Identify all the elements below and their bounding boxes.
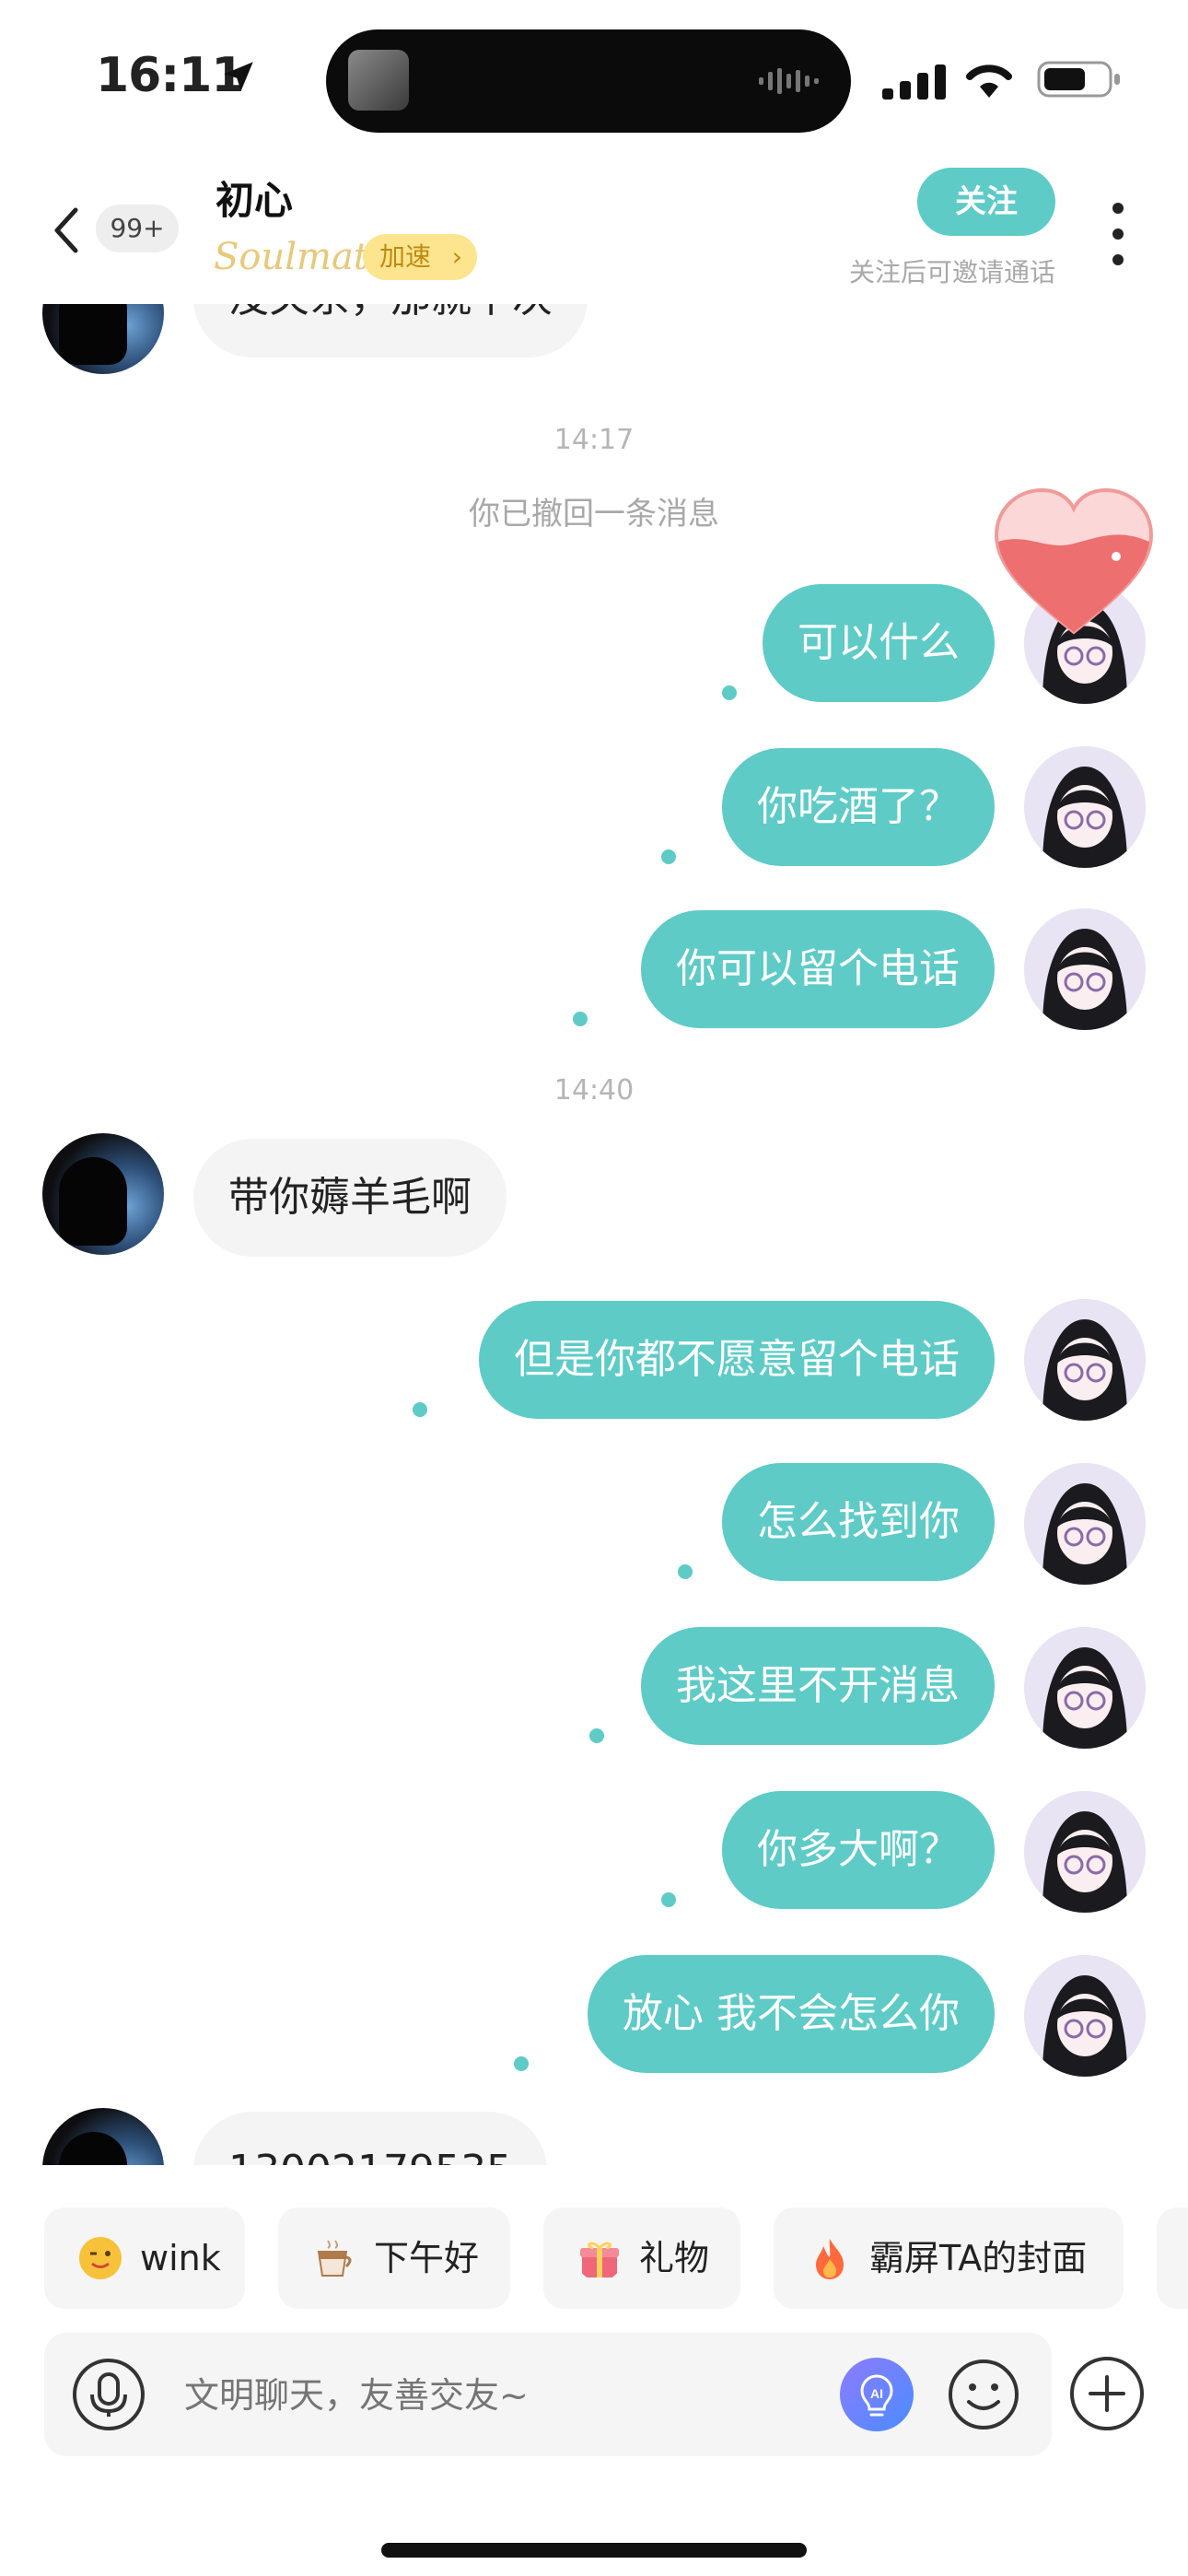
now-playing-thumbnail (348, 50, 409, 111)
message-bubble[interactable]: 但是你都不愿意留个电话 (479, 1301, 995, 1419)
wink-emoji-icon (79, 2237, 122, 2279)
my-avatar[interactable] (1024, 1299, 1146, 1421)
coffee-icon (317, 2240, 352, 2277)
my-avatar[interactable] (1024, 1627, 1146, 1749)
audio-waveform-icon (759, 68, 819, 94)
message-bubble[interactable]: 我这里不开消息 (641, 1627, 995, 1745)
message-row: 放心 我不会怎么你 (0, 1953, 1188, 2082)
emoji-icon[interactable] (947, 2358, 1020, 2431)
message-bubble[interactable]: 你吃酒了？ (722, 748, 995, 866)
battery-icon (1037, 61, 1120, 98)
message-row: 13002179535 (0, 2108, 1188, 2165)
message-input-bar: AI (44, 2333, 1052, 2458)
message-list[interactable]: 没关系，那就下次 14:17 你已撤回一条消息 可以什么 你吃酒了？ 你可以留个… (0, 304, 1188, 2165)
quick-reply-label: 霸屏TA的封面 (869, 2238, 1088, 2278)
gift-icon (580, 2242, 619, 2277)
my-avatar[interactable] (1024, 1791, 1146, 1913)
message-bubble[interactable]: 带你薅羊毛啊 (193, 1139, 507, 1257)
more-options-icon[interactable] (1107, 199, 1129, 269)
unread-count-badge[interactable]: 99+ (96, 205, 179, 252)
heart-icon (994, 487, 1154, 635)
hooded-avatar-icon (1024, 1627, 1146, 1749)
my-avatar[interactable] (1024, 746, 1146, 868)
chat-header: 99+ 初心 Soulmate 加速 › 关注 关注后可邀请通话 (0, 157, 1188, 304)
bubble-tail (661, 1892, 676, 1907)
bubble-tail (722, 685, 737, 700)
cellular-signal-icon (882, 64, 946, 100)
message-bubble[interactable]: 没关系，那就下次 (193, 304, 588, 357)
follow-button[interactable]: 关注 (917, 168, 1055, 236)
message-row: 但是你都不愿意留个电话 (0, 1299, 1188, 1428)
back-chevron-icon[interactable] (48, 203, 85, 258)
quick-reply-label: wink (140, 2238, 221, 2278)
quick-reply-good-afternoon[interactable]: 下午好 (278, 2207, 510, 2309)
bubble-tail (661, 849, 676, 864)
contact-avatar[interactable] (42, 2108, 164, 2165)
message-bubble[interactable]: 可以什么 (763, 584, 995, 702)
contact-name[interactable]: 初心 (215, 170, 293, 226)
message-row: 我这里不开消息 (0, 1625, 1188, 1754)
my-avatar[interactable] (1024, 908, 1146, 1030)
speed-up-badge[interactable]: 加速 › (363, 234, 477, 280)
hooded-avatar-icon (1024, 1791, 1146, 1913)
my-avatar[interactable] (1024, 1463, 1146, 1585)
message-row: 怎么找到你 (0, 1461, 1188, 1590)
add-attachment-icon[interactable] (1068, 2355, 1146, 2432)
quick-reply-gift[interactable]: 礼物 (543, 2207, 740, 2309)
hooded-avatar-icon (1024, 1299, 1146, 1421)
speed-up-label: 加速 (379, 241, 432, 272)
bubble-tail (589, 1728, 604, 1743)
dynamic-island (326, 29, 851, 133)
hooded-avatar-icon (1024, 1955, 1146, 2077)
message-row: 你可以留个电话 (0, 907, 1188, 1036)
contact-avatar[interactable] (42, 304, 164, 374)
wifi-icon (966, 64, 1012, 98)
bubble-tail (413, 1402, 427, 1417)
message-input[interactable] (182, 2333, 831, 2458)
message-bubble[interactable]: 怎么找到你 (722, 1463, 995, 1581)
message-timestamp: 14:40 (553, 1074, 635, 1107)
message-bubble[interactable]: 放心 我不会怎么你 (588, 1955, 995, 2073)
message-bubble[interactable]: 你多大啊？ (722, 1791, 995, 1909)
speed-up-arrow: › (451, 241, 462, 272)
quick-reply-overflow[interactable] (1157, 2207, 1188, 2309)
message-bubble[interactable]: 你可以留个电话 (641, 910, 995, 1028)
bubble-tail (514, 2056, 529, 2071)
hooded-avatar-icon (1024, 908, 1146, 1030)
message-row: 没关系，那就下次 (0, 304, 1188, 378)
quick-reply-label: 礼物 (639, 2238, 710, 2278)
microphone-icon[interactable] (72, 2358, 146, 2431)
bubble-tail (573, 1012, 588, 1026)
location-arrow-icon (224, 62, 253, 91)
message-row: 带你薅羊毛啊 (0, 1133, 1188, 1262)
message-row: 你多大啊？ (0, 1789, 1188, 1918)
quick-reply-bar: wink 下午好 礼物 霸屏TA的封面 (0, 2207, 1188, 2309)
status-bar: 16:11 (0, 0, 1188, 157)
ai-assistant-icon[interactable]: AI (838, 2356, 915, 2433)
message-bubble[interactable]: 13002179535 (193, 2112, 547, 2165)
home-indicator[interactable] (381, 2543, 807, 2558)
my-avatar[interactable] (1024, 1955, 1146, 2077)
contact-avatar[interactable] (42, 1133, 164, 1255)
svg-text:AI: AI (870, 2386, 883, 2401)
quick-reply-label: 下午好 (374, 2238, 480, 2278)
hooded-avatar-icon (1024, 746, 1146, 868)
fire-icon (816, 2239, 844, 2279)
message-row: 你吃酒了？ (0, 744, 1188, 873)
bubble-tail (678, 1564, 693, 1579)
hooded-avatar-icon (1024, 1463, 1146, 1585)
message-timestamp: 14:17 (553, 424, 635, 456)
quick-reply-cover-takeover[interactable]: 霸屏TA的封面 (774, 2207, 1124, 2309)
quick-reply-wink[interactable]: wink (44, 2207, 245, 2309)
follow-hint: 关注后可邀请通话 (848, 257, 1055, 287)
